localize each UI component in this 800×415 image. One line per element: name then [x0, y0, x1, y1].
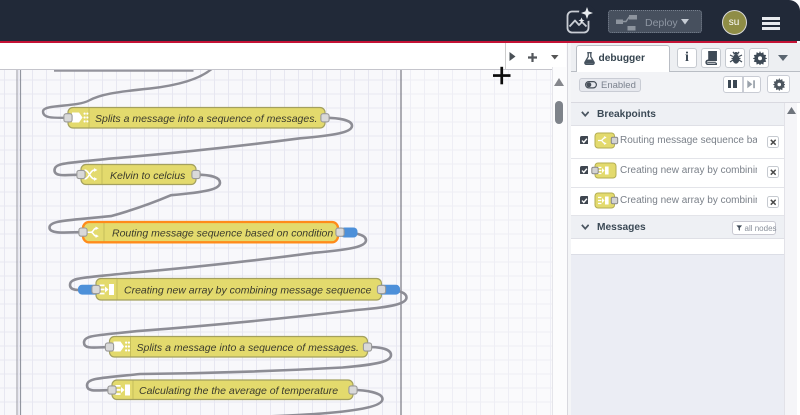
svg-text:Calculating the the average of: Calculating the the average of temperatu…	[139, 385, 338, 397]
svg-text:Kelvin to celcius: Kelvin to celcius	[110, 170, 186, 182]
svg-text:Splits a message into a sequen: Splits a message into a sequence of mess…	[95, 113, 317, 125]
svg-text:Routing message sequence based: Routing message sequence based on condit…	[112, 227, 333, 239]
svg-text:Splits a message into a sequen: Splits a message into a sequence of mess…	[137, 342, 359, 354]
svg-text:Creating new array by combinin: Creating new array by combining message …	[124, 284, 372, 296]
